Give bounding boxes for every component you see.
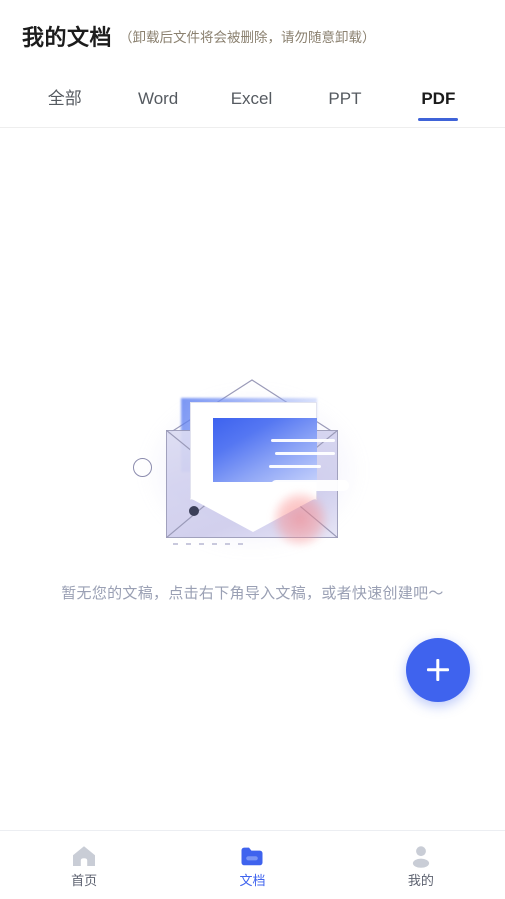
page-title-note: （卸载后文件将会被删除，请勿随意卸载） bbox=[119, 30, 376, 45]
document-list-area: 暂无您的文稿，点击右下角导入文稿，或者快速创建吧～ bbox=[0, 128, 505, 830]
empty-state-message: 暂无您的文稿，点击右下角导入文稿，或者快速创建吧～ bbox=[61, 585, 444, 602]
tab-label: Word bbox=[137, 89, 179, 108]
home-icon bbox=[73, 846, 96, 866]
letter-text-line bbox=[270, 439, 335, 442]
tab-underline bbox=[138, 118, 178, 121]
plus-icon bbox=[436, 659, 440, 681]
empty-envelope-illustration bbox=[123, 379, 383, 560]
nav-label: 我的 bbox=[407, 873, 434, 888]
bottom-navigation: 首页 文档 我的 bbox=[0, 830, 505, 899]
app-screen: 我的文档 （卸载后文件将会被删除，请勿随意卸载） 全部 Word Excel P… bbox=[0, 0, 505, 899]
letter-text-line bbox=[270, 480, 349, 491]
decorative-circle-icon bbox=[132, 458, 152, 477]
page-title: 我的文档 bbox=[22, 25, 113, 50]
tab-excel[interactable]: Excel bbox=[205, 72, 298, 127]
tab-label: Excel bbox=[230, 89, 273, 108]
nav-item-documents[interactable]: 文档 bbox=[168, 843, 336, 887]
decorative-dashes bbox=[172, 543, 243, 545]
nav-item-home[interactable]: 首页 bbox=[0, 843, 168, 887]
person-icon bbox=[412, 846, 429, 868]
decorative-red-blob bbox=[270, 490, 329, 548]
add-document-fab[interactable] bbox=[406, 638, 470, 702]
tab-all[interactable]: 全部 bbox=[18, 72, 111, 127]
nav-label: 文档 bbox=[239, 873, 266, 888]
empty-state: 暂无您的文稿，点击右下角导入文稿，或者快速创建吧～ bbox=[0, 379, 505, 603]
tab-underline bbox=[418, 118, 459, 121]
decorative-dot-icon bbox=[188, 506, 199, 516]
tab-label: PPT bbox=[328, 89, 362, 108]
tab-underline bbox=[325, 118, 365, 121]
letter-image-block bbox=[212, 418, 317, 482]
letter-text-line bbox=[268, 465, 321, 468]
tab-word[interactable]: Word bbox=[111, 72, 204, 127]
nav-item-profile[interactable]: 我的 bbox=[337, 843, 505, 887]
folder-icon bbox=[241, 847, 263, 866]
letter-text-line bbox=[274, 452, 335, 455]
tab-ppt[interactable]: PPT bbox=[298, 72, 391, 127]
file-type-tabbar: 全部 Word Excel PPT PDF bbox=[0, 72, 505, 128]
tab-pdf[interactable]: PDF bbox=[392, 72, 485, 127]
tab-underline bbox=[232, 118, 272, 121]
tab-label: PDF bbox=[421, 89, 456, 108]
page-header: 我的文档 （卸载后文件将会被删除，请勿随意卸载） bbox=[0, 0, 505, 72]
tab-label: 全部 bbox=[47, 89, 82, 108]
nav-label: 首页 bbox=[71, 873, 98, 888]
tab-underline bbox=[45, 118, 85, 121]
